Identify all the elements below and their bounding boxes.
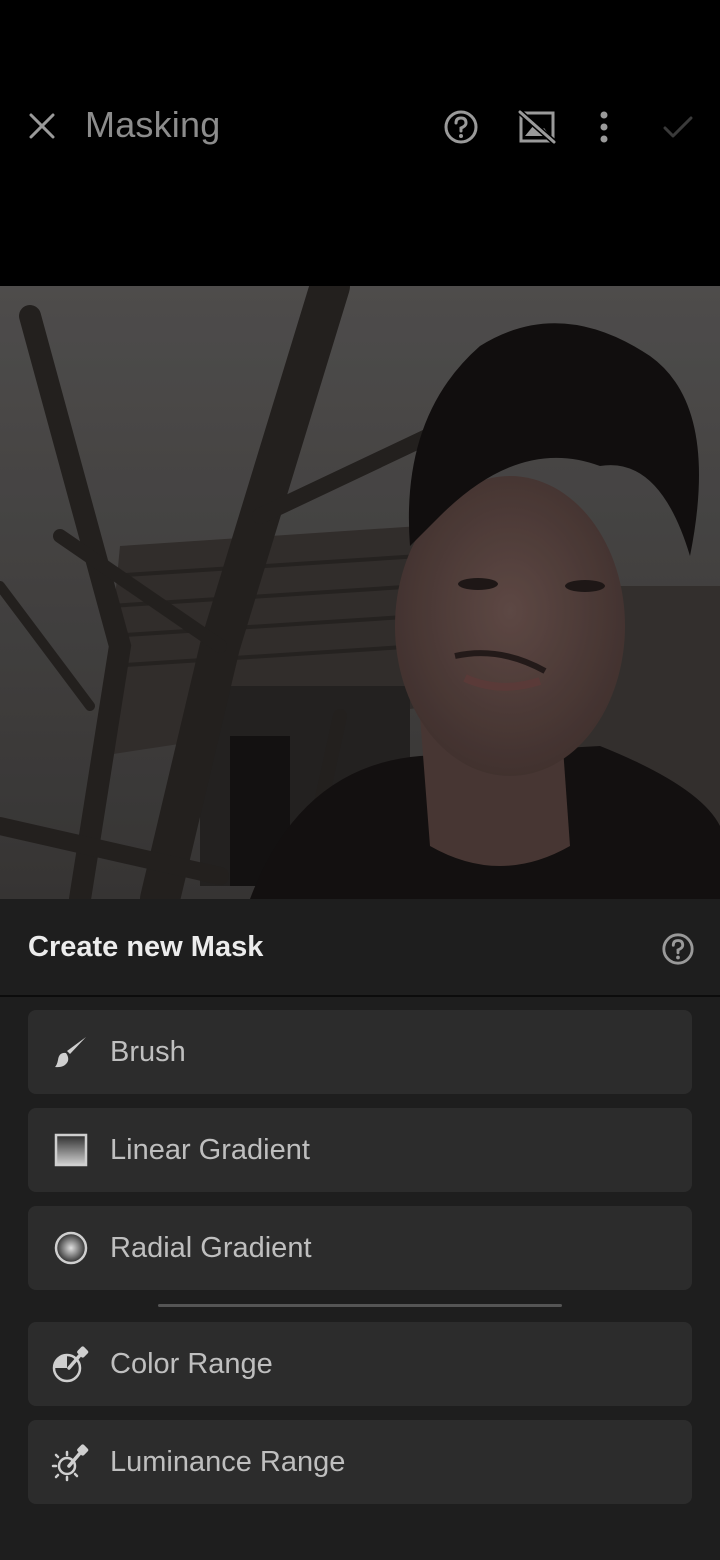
top-bar: Masking <box>0 0 720 286</box>
photo-preview[interactable] <box>0 286 720 899</box>
mask-option-radial-gradient[interactable]: Radial Gradient <box>28 1206 692 1290</box>
close-button[interactable] <box>22 106 62 146</box>
more-options-button[interactable] <box>581 104 627 150</box>
check-icon <box>663 116 693 138</box>
mask-option-luminance-range[interactable]: Luminance Range <box>28 1420 692 1504</box>
brush-icon <box>55 1037 86 1068</box>
close-icon <box>29 113 55 139</box>
radial-gradient-icon <box>54 1231 88 1265</box>
panel-title: Create new Mask <box>28 931 264 963</box>
color-range-icon <box>52 1346 89 1383</box>
help-button[interactable] <box>438 104 484 150</box>
panel-header: Create new Mask <box>0 899 720 997</box>
mask-option-label: Linear Gradient <box>110 1133 310 1166</box>
mask-option-color-range[interactable]: Color Range <box>28 1322 692 1406</box>
photo-image <box>0 286 720 899</box>
section-divider <box>158 1304 562 1307</box>
linear-gradient-icon <box>54 1133 88 1167</box>
overlay-toggle-button[interactable] <box>514 104 560 150</box>
mask-option-label: Brush <box>110 1035 186 1068</box>
mask-option-label: Radial Gradient <box>110 1231 312 1264</box>
luminance-range-icon <box>51 1444 89 1482</box>
help-icon <box>444 110 478 144</box>
help-icon <box>662 933 694 965</box>
mask-option-linear-gradient[interactable]: Linear Gradient <box>28 1108 692 1192</box>
more-vertical-icon <box>600 111 608 143</box>
confirm-button[interactable] <box>655 104 701 150</box>
overlay-off-icon <box>518 110 556 144</box>
mask-option-brush[interactable]: Brush <box>28 1010 692 1094</box>
panel-help-button[interactable] <box>660 931 696 967</box>
page-title: Masking <box>85 104 221 145</box>
mask-option-label: Luminance Range <box>110 1445 346 1478</box>
mask-option-label: Color Range <box>110 1347 273 1380</box>
